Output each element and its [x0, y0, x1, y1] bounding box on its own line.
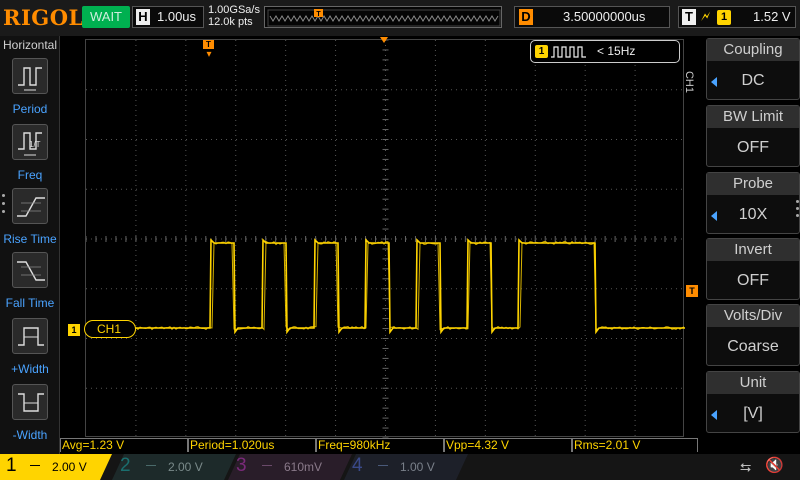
- freq-icon: 1/T: [12, 124, 48, 160]
- volts-div-title: Volts/Div: [707, 305, 799, 327]
- channel-3-scale: 610mV: [284, 460, 323, 474]
- channel-4-tab[interactable]: 4 1.00 V: [344, 454, 468, 480]
- measurement-avg[interactable]: Avg=1.23 V: [60, 438, 188, 452]
- measure-rise-time-button[interactable]: Rise Time: [0, 188, 60, 252]
- channel-1-number: 1: [6, 455, 17, 476]
- delay-letter: D: [519, 9, 533, 25]
- trigger-readout[interactable]: T 🗲 1 1.52 V: [678, 6, 796, 28]
- trigger-position-marker[interactable]: T▾: [203, 40, 215, 60]
- ch1-offset-marker[interactable]: 1: [68, 324, 80, 336]
- unit-softkey[interactable]: Unit [V]: [706, 371, 800, 433]
- measure-plus-width-button[interactable]: +Width: [0, 318, 60, 382]
- channel-1-scale: 2.00 V: [52, 460, 87, 474]
- measurement-period[interactable]: Period=1.020us: [188, 438, 316, 452]
- period-icon: [12, 58, 48, 94]
- period-label: Period: [12, 102, 48, 116]
- channel-2-number: 2: [120, 455, 131, 476]
- minus-width-label: -Width: [12, 428, 48, 442]
- horizontal-center-marker: [380, 37, 388, 43]
- measurement-rms[interactable]: Rms=2.01 V: [572, 438, 698, 452]
- menu-page-dots-right: [796, 200, 800, 220]
- dc-coupling-icon: [146, 460, 156, 466]
- svg-text:T: T: [316, 11, 321, 18]
- memory-depth: 12.0k pts: [208, 16, 253, 28]
- channel-4-number: 4: [352, 455, 363, 476]
- memory-waveform-overview: T: [267, 9, 501, 27]
- rise-time-icon: [12, 188, 48, 224]
- rise-time-label: Rise Time: [3, 232, 57, 246]
- measure-period-button[interactable]: Period: [0, 58, 60, 122]
- delay-value: 3.50000000us: [563, 9, 646, 24]
- channel-status-bar: 1 2.00 V 2 2.00 V 3 610mV 4 1.00 V: [0, 454, 800, 480]
- volts-div-softkey[interactable]: Volts/Div Coarse: [706, 304, 800, 366]
- invert-softkey[interactable]: Invert OFF: [706, 238, 800, 300]
- measure-fall-time-button[interactable]: Fall Time: [0, 252, 60, 316]
- ch1-settings-menu: Coupling DC BW Limit OFF Probe 10X Inver…: [706, 38, 800, 434]
- frequency-counter[interactable]: 1 < 15Hz: [530, 40, 680, 63]
- probe-softkey[interactable]: Probe 10X: [706, 172, 800, 234]
- ch1-label-tag: CH1: [84, 320, 136, 338]
- top-status-bar: RIGOL WAIT H 1.00us 1.00GSa/s 12.0k pts …: [0, 0, 800, 36]
- counter-source: 1: [535, 45, 548, 58]
- unit-value: [V]: [743, 405, 763, 422]
- bw-limit-value: OFF: [737, 139, 769, 156]
- horizontal-measure-menu: Horizontal Period 1/T Freq Rise Time Fal…: [0, 36, 60, 454]
- freq-label: Freq: [17, 168, 43, 182]
- invert-title: Invert: [707, 239, 799, 261]
- measurement-vpp[interactable]: Vpp=4.32 V: [444, 438, 572, 452]
- minus-width-icon: [12, 384, 48, 420]
- rising-edge-icon: 🗲: [701, 8, 711, 24]
- usb-icon: ⮀: [740, 459, 752, 475]
- speaker-muted-icon[interactable]: 🔇: [765, 456, 784, 474]
- bw-limit-title: BW Limit: [707, 106, 799, 128]
- timebase-letter: H: [136, 9, 150, 25]
- channel-3-number: 3: [236, 455, 247, 476]
- waveform-display[interactable]: [85, 39, 685, 438]
- volts-div-value: Coarse: [727, 338, 779, 355]
- probe-title: Probe: [707, 173, 799, 195]
- measure-freq-button[interactable]: 1/T Freq: [0, 124, 60, 188]
- svg-text:1/T: 1/T: [29, 140, 41, 149]
- probe-value: 10X: [738, 206, 768, 223]
- counter-value: < 15Hz: [597, 44, 636, 58]
- channel-2-tab[interactable]: 2 2.00 V: [112, 454, 236, 480]
- ch1-waveform: [86, 238, 685, 335]
- dc-coupling-icon: [378, 460, 388, 466]
- invert-value: OFF: [737, 272, 769, 289]
- bw-limit-softkey[interactable]: BW Limit OFF: [706, 105, 800, 167]
- plus-width-label: +Width: [11, 362, 49, 376]
- dc-coupling-icon: [30, 460, 40, 466]
- timebase-scale: 1.00us: [157, 9, 197, 24]
- brand-logo: RIGOL: [3, 5, 84, 30]
- dc-coupling-icon: [262, 460, 272, 466]
- coupling-title: Coupling: [707, 39, 799, 61]
- ch1-menu-side-label: CH1: [683, 70, 696, 94]
- unit-title: Unit: [707, 372, 799, 394]
- timebase-readout[interactable]: H 1.00us: [132, 6, 204, 28]
- measurement-results: Avg=1.23 V Period=1.020us Freq=980kHz Vp…: [60, 438, 700, 452]
- left-menu-title: Horizontal: [2, 38, 58, 52]
- pulse-train-icon: [551, 46, 586, 58]
- channel-2-scale: 2.00 V: [168, 460, 203, 474]
- measure-minus-width-button[interactable]: -Width: [0, 384, 60, 448]
- coupling-value: DC: [741, 72, 765, 89]
- memory-position-indicator[interactable]: T: [264, 6, 502, 28]
- channel-1-tab[interactable]: 1 2.00 V: [0, 454, 120, 480]
- fall-time-icon: [12, 252, 48, 288]
- plus-width-icon: [12, 318, 48, 354]
- trigger-letter: T: [682, 9, 696, 25]
- measurement-freq[interactable]: Freq=980kHz: [316, 438, 444, 452]
- acquisition-info: 1.00GSa/s 12.0k pts: [208, 4, 260, 28]
- run-status-badge[interactable]: WAIT: [82, 6, 130, 28]
- sample-rate: 1.00GSa/s: [208, 4, 260, 16]
- horizontal-delay-readout[interactable]: D 3.50000000us: [514, 6, 670, 28]
- fall-time-label: Fall Time: [5, 296, 55, 310]
- coupling-softkey[interactable]: Coupling DC: [706, 38, 800, 100]
- trigger-source: 1: [717, 10, 731, 25]
- trigger-level: 1.52 V: [753, 9, 791, 24]
- trigger-level-marker[interactable]: T: [686, 285, 698, 297]
- channel-4-scale: 1.00 V: [400, 460, 435, 474]
- channel-3-tab[interactable]: 3 610mV: [228, 454, 352, 480]
